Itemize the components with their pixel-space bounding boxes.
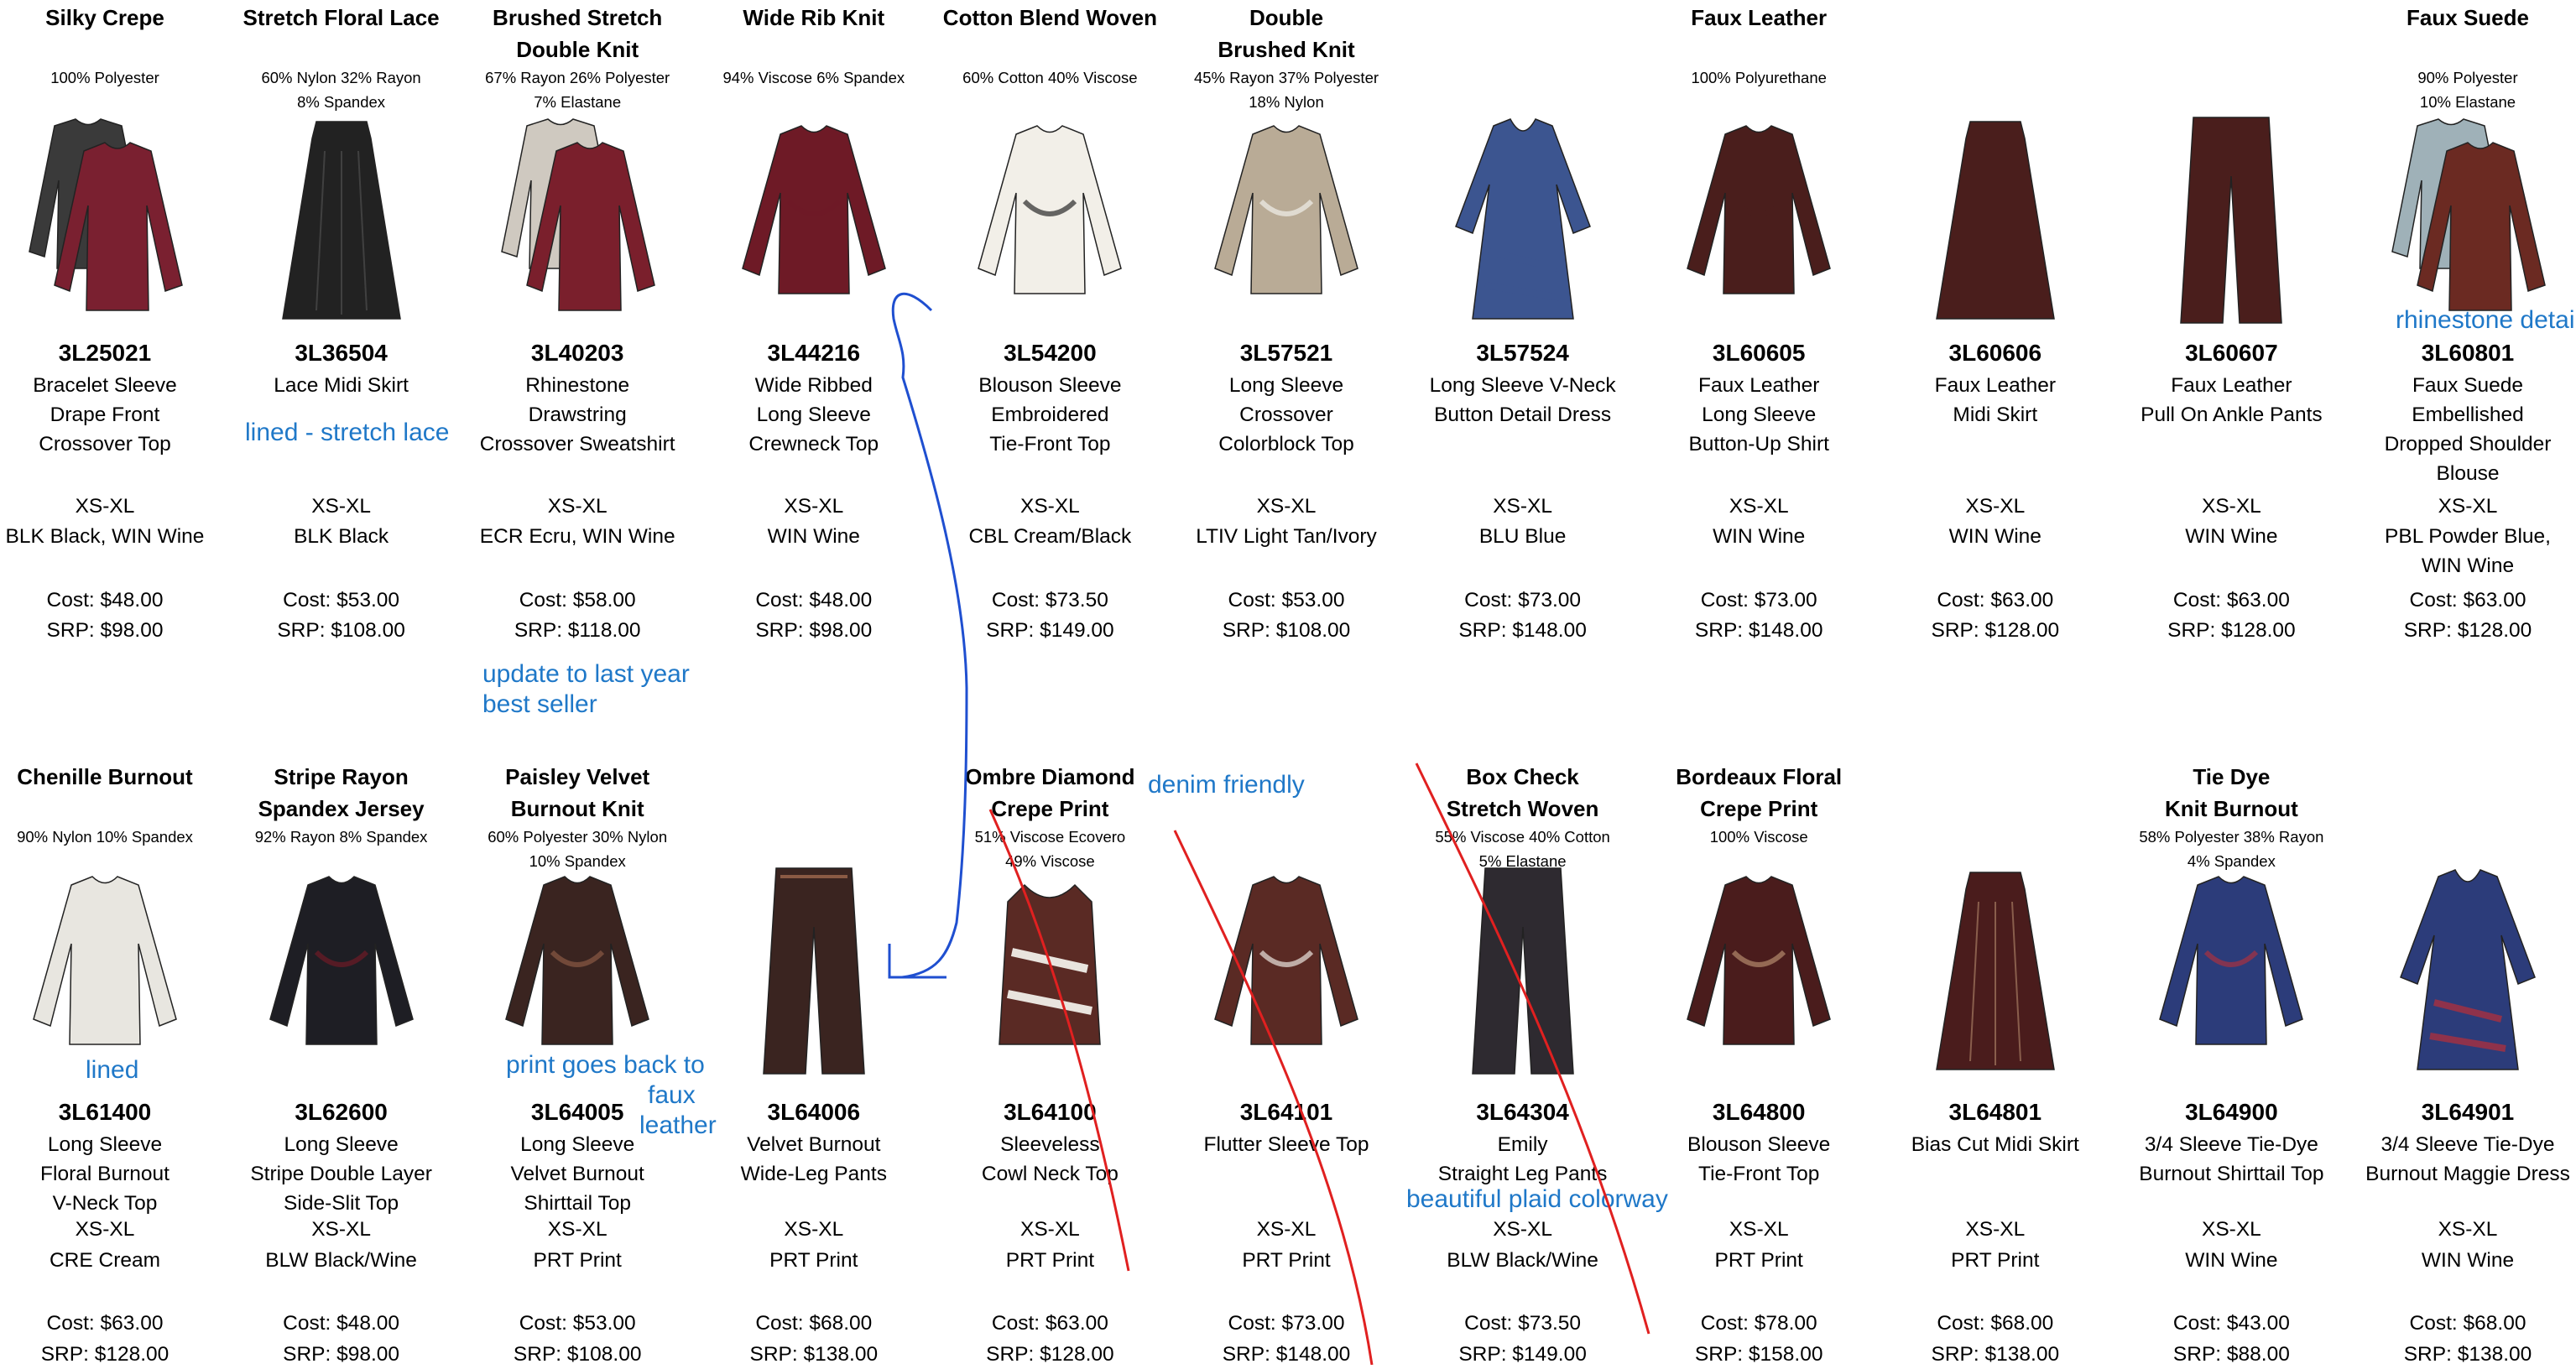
strike-line-3l64100: [988, 809, 1130, 1272]
strike-line-3l64304: [1415, 763, 1650, 1335]
strike-line-3l64101: [1173, 830, 1374, 1365]
markup-overlay: [888, 292, 1650, 1365]
blue-arrow-line: [891, 292, 968, 979]
